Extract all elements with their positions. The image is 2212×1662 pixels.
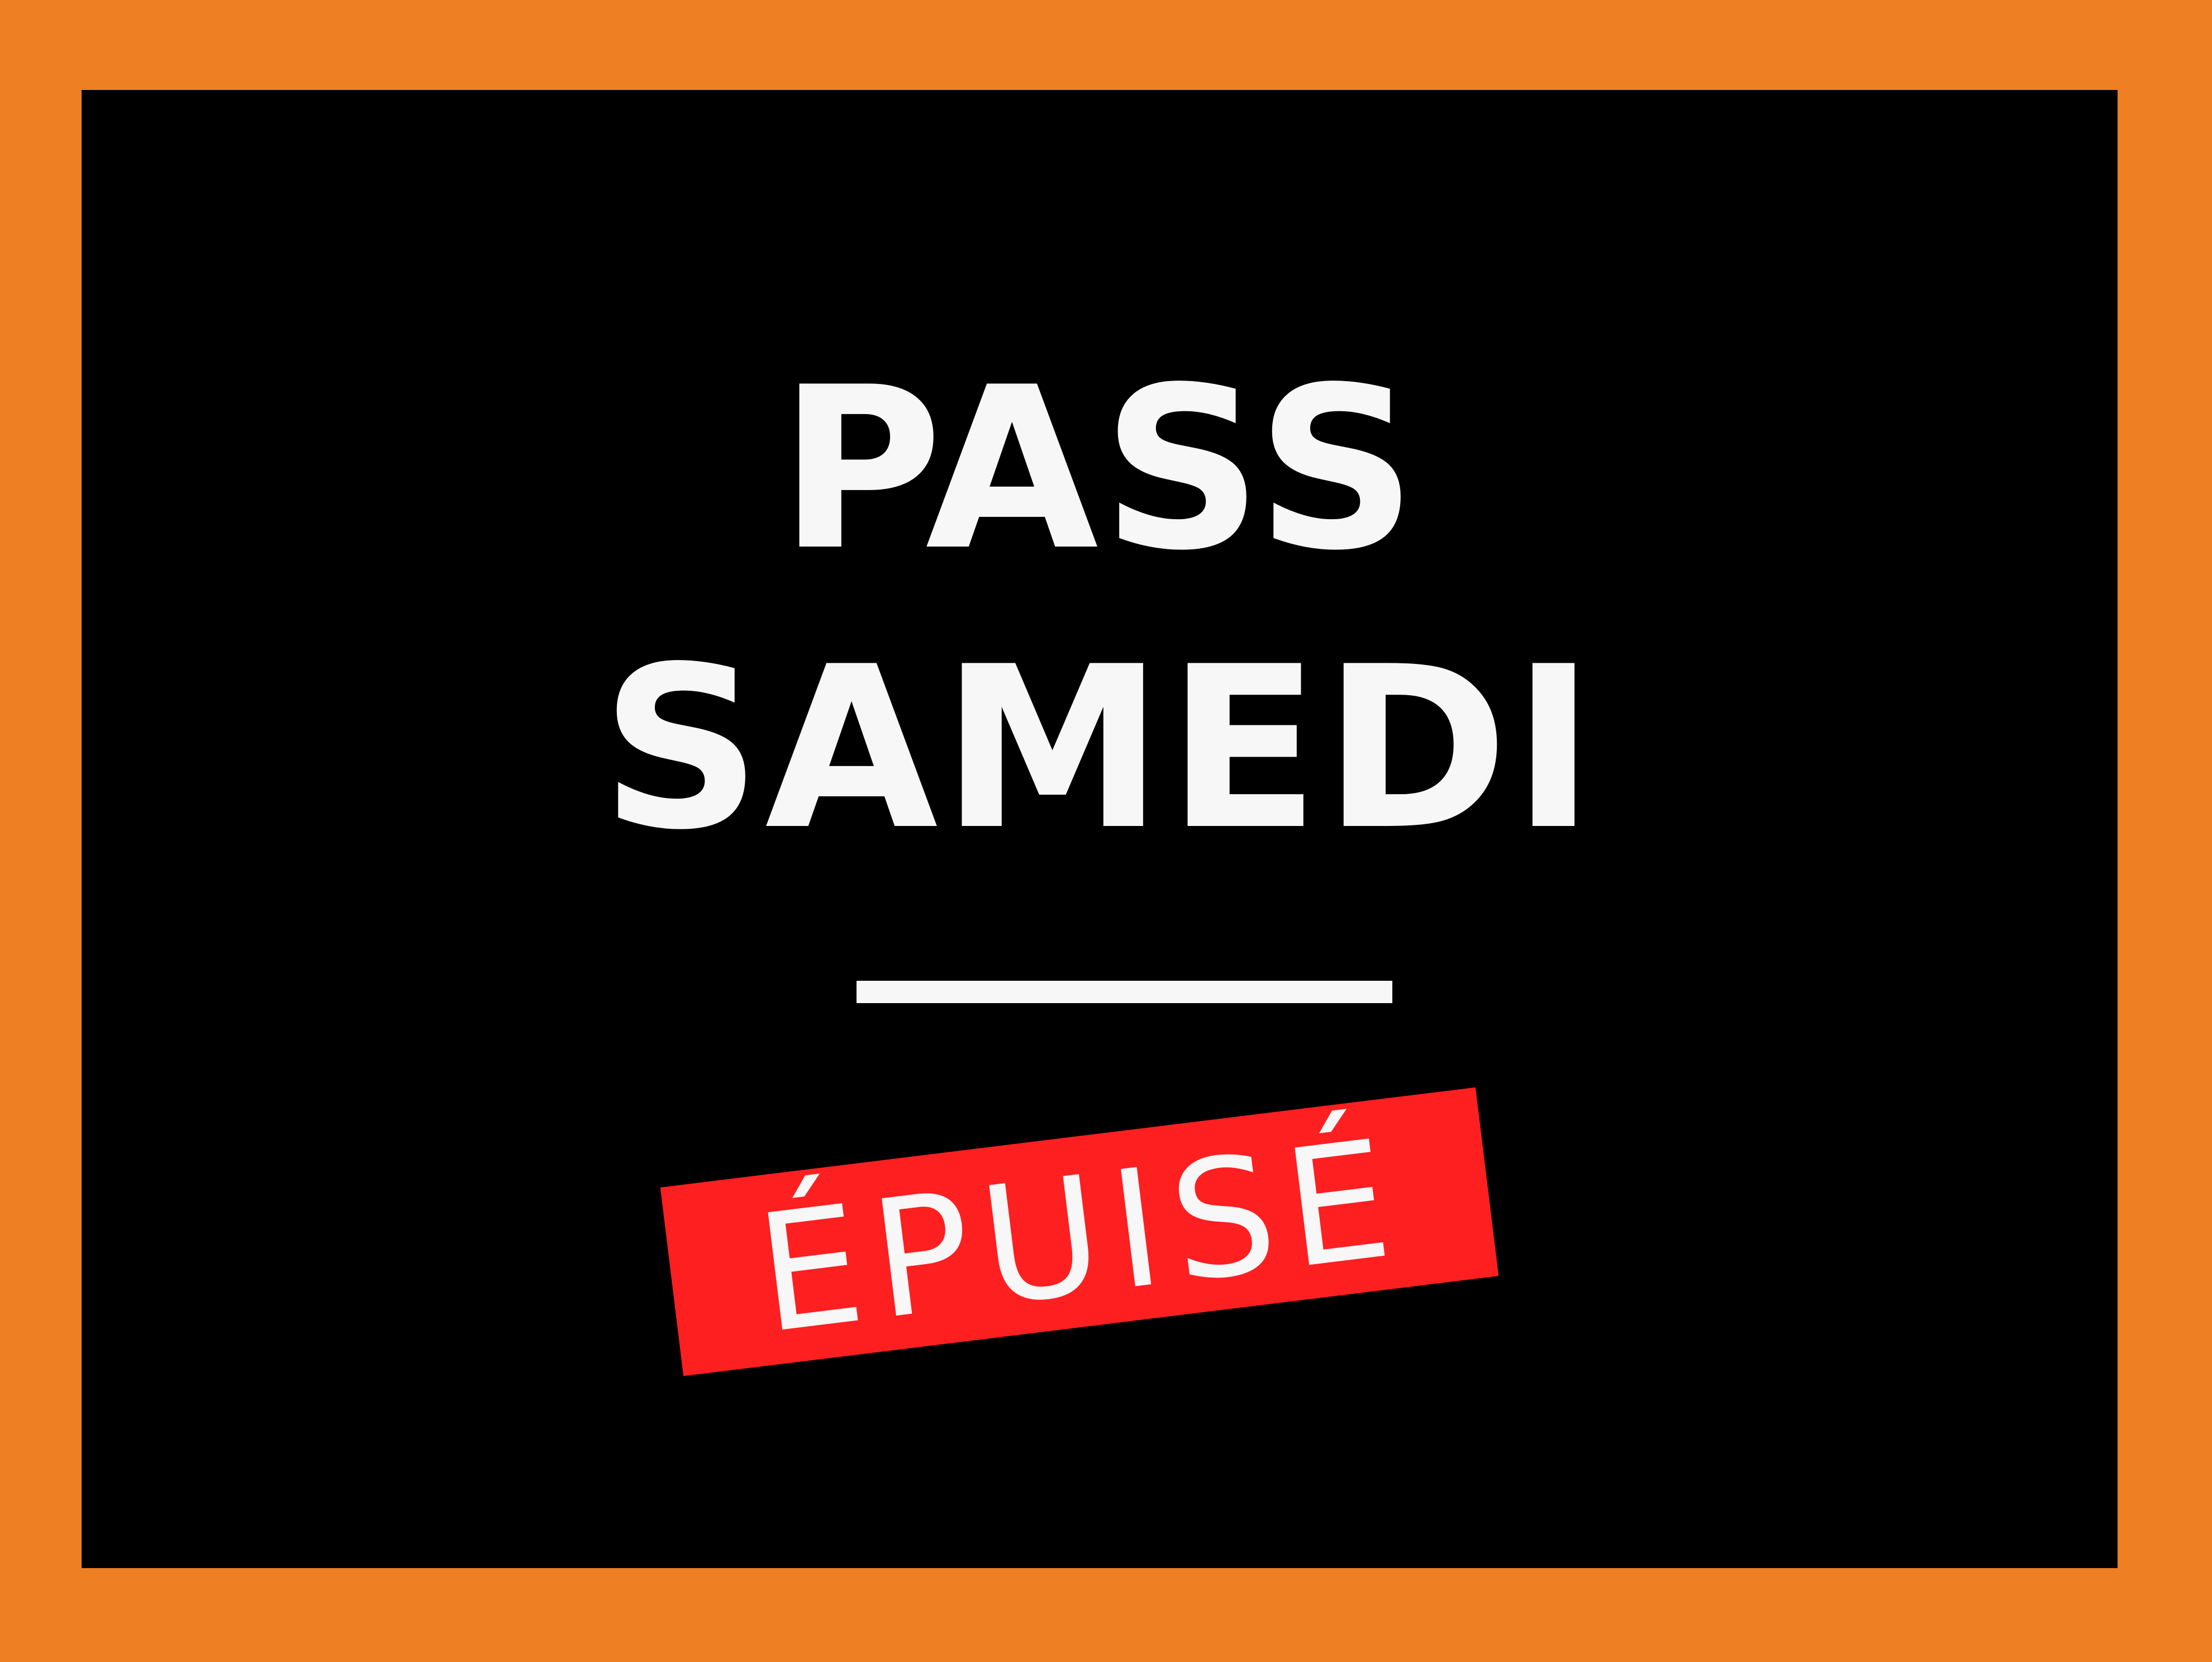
title-line-1: PASS: [778, 340, 1421, 600]
sign-panel: PASS SAMEDI: [82, 90, 2118, 1568]
divider: [857, 981, 1392, 1003]
title-line-2: SAMEDI: [601, 619, 1599, 879]
